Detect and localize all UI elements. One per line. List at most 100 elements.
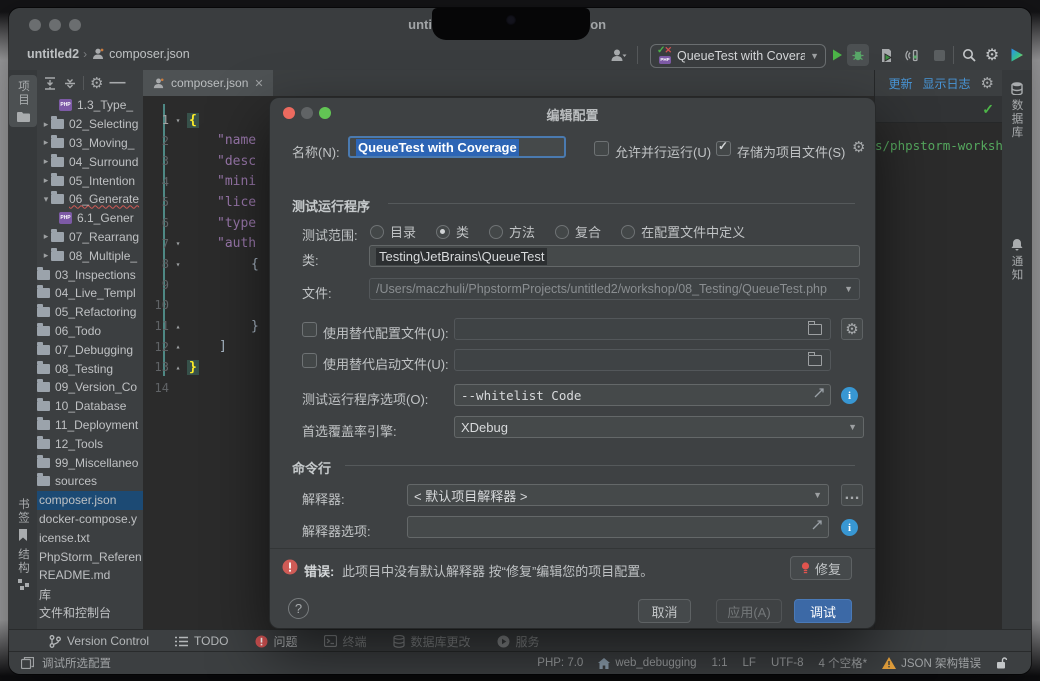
popup-windows-icon[interactable] <box>21 657 34 669</box>
tree-item[interactable]: ▸03_Moving_ <box>37 134 143 153</box>
class-input[interactable]: Testing\JetBrains\QueueTest <box>369 245 860 267</box>
run-button[interactable] <box>826 44 848 66</box>
debug-confirm-button[interactable]: 调试 <box>794 599 852 623</box>
toolwindow-structure-button[interactable]: 结构 <box>9 548 37 590</box>
tree-item[interactable]: 05_Refactoring <box>37 303 143 322</box>
chevron-right-icon[interactable]: ▸ <box>41 137 51 148</box>
tree-item[interactable]: ▸05_Intention <box>37 171 143 190</box>
run-configuration-select[interactable]: PHP ✓ ✕ QueueTest with Coverage ▼ <box>650 44 826 68</box>
search-everywhere-icon[interactable] <box>958 44 980 66</box>
runner-options-input[interactable]: --whitelist Code <box>454 384 831 406</box>
tree-item[interactable]: 文件和控制台 <box>37 604 143 623</box>
toolwindow-version-control-button[interactable]: Version Control <box>49 634 149 648</box>
profiler-button[interactable] <box>901 44 923 66</box>
update-link[interactable]: 更新 <box>889 75 913 92</box>
toolwindow-database-changes-button[interactable]: 数据库更改 <box>393 633 471 650</box>
apply-button[interactable]: 应用(A) <box>716 599 782 623</box>
tree-item[interactable]: 09_Version_Co <box>37 378 143 397</box>
runner-options-info-button[interactable]: i <box>841 387 858 404</box>
php-version-widget[interactable]: PHP: 7.0 <box>537 657 583 669</box>
tree-item[interactable]: PHP1.3_Type_ <box>37 96 143 115</box>
radio-icon[interactable] <box>555 225 569 239</box>
coverage-engine-select[interactable]: XDebug ▼ <box>454 416 864 438</box>
breadcrumb-file[interactable]: composer.json <box>109 47 190 61</box>
tree-item[interactable]: ▸07_Rearrang <box>37 228 143 247</box>
chevron-right-icon[interactable]: ▸ <box>41 231 51 242</box>
chevron-right-icon[interactable]: ▸ <box>41 119 51 130</box>
tree-item[interactable]: sources <box>37 472 143 491</box>
interpreter-options-info-button[interactable]: i <box>841 519 858 536</box>
tab-composer-json[interactable]: composer.json ✕ <box>143 70 273 96</box>
chevron-right-icon[interactable]: ▸ <box>41 250 51 261</box>
fold-marker-icon[interactable]: ▾ <box>169 116 187 125</box>
tree-item[interactable]: README.md <box>37 566 143 585</box>
toolwindow-notifications-button[interactable]: 通知 <box>1002 238 1031 282</box>
radio-icon[interactable] <box>436 225 450 239</box>
tree-item[interactable]: 库 <box>37 585 143 604</box>
encoding-widget[interactable]: UTF-8 <box>771 657 804 669</box>
tree-item[interactable]: PHP6.1_Gener <box>37 209 143 228</box>
alt-bootstrap-checkbox[interactable] <box>302 353 317 368</box>
collapse-all-icon[interactable] <box>63 77 77 90</box>
stop-button[interactable] <box>928 44 950 66</box>
chevron-down-icon[interactable]: ▾ <box>41 194 51 205</box>
debug-button[interactable] <box>847 44 869 66</box>
tree-item[interactable]: 07_Debugging <box>37 340 143 359</box>
tree-item[interactable]: 99_Miscellaneo <box>37 453 143 472</box>
json-schema-widget[interactable]: JSON 架构错误 <box>882 655 981 671</box>
toolwindow-bookmarks-button[interactable]: 书签 <box>9 498 37 541</box>
fold-marker-icon[interactable]: ▾ <box>169 239 187 248</box>
interpreter-options-input[interactable] <box>407 516 829 538</box>
tree-item[interactable]: 08_Testing <box>37 359 143 378</box>
settings-gear-icon[interactable]: ⚙ <box>981 44 1003 66</box>
store-as-project-file-checkbox[interactable] <box>716 141 731 156</box>
toolwindow-todo-button[interactable]: TODO <box>175 634 228 648</box>
toolwindow-database-button[interactable]: 数据库 <box>1002 82 1031 140</box>
fix-button[interactable]: 修复 <box>790 556 852 580</box>
scope-radio-option[interactable]: 目录 <box>370 222 416 241</box>
tree-item[interactable]: composer.json <box>37 491 143 510</box>
toolwindow-problems-button[interactable]: 问题 <box>255 633 298 650</box>
folder-browse-icon[interactable] <box>808 324 822 335</box>
close-window-button[interactable] <box>29 19 41 31</box>
cancel-button[interactable]: 取消 <box>638 599 691 623</box>
chevron-right-icon[interactable]: ▸ <box>41 175 51 186</box>
interpreter-browse-button[interactable]: … <box>841 484 863 506</box>
expand-field-icon[interactable] <box>814 388 824 398</box>
alt-bootstrap-input[interactable] <box>454 349 831 371</box>
tree-item[interactable]: 12_Tools <box>37 434 143 453</box>
hide-panel-icon[interactable]: — <box>109 74 125 92</box>
show-log-link[interactable]: 显示日志 <box>923 75 971 92</box>
toolwindow-services-button[interactable]: 服务 <box>497 633 540 650</box>
lock-widget[interactable] <box>996 657 1007 669</box>
scope-radio-option[interactable]: 复合 <box>555 222 601 241</box>
indent-widget[interactable]: 4 个空格* <box>819 655 868 671</box>
tree-item[interactable]: 04_Live_Templ <box>37 284 143 303</box>
tree-item[interactable]: icense.txt <box>37 528 143 547</box>
project-settings-gear-icon[interactable]: ⚙ <box>90 76 103 91</box>
scope-radio-option[interactable]: 类 <box>436 222 469 241</box>
fold-marker-icon[interactable]: ▴ <box>169 363 187 372</box>
radio-icon[interactable] <box>370 225 384 239</box>
allow-parallel-checkbox[interactable] <box>594 141 609 156</box>
toolwindow-terminal-button[interactable]: 终端 <box>324 633 367 650</box>
tree-item[interactable]: 11_Deployment <box>37 416 143 435</box>
alt-config-gear-button[interactable]: ⚙ <box>841 318 863 340</box>
alt-config-input[interactable] <box>454 318 831 340</box>
radio-icon[interactable] <box>621 225 635 239</box>
tree-item[interactable]: 06_Todo <box>37 322 143 341</box>
run-with-coverage-button[interactable] <box>875 44 897 66</box>
expand-field-icon[interactable] <box>812 520 822 530</box>
caret-position-widget[interactable]: 1:1 <box>712 657 728 669</box>
fold-marker-icon[interactable]: ▴ <box>169 342 187 351</box>
tree-item[interactable]: ▸08_Multiple_ <box>37 246 143 265</box>
store-options-gear-icon[interactable]: ⚙ <box>852 140 865 155</box>
minimize-window-button[interactable] <box>49 19 61 31</box>
interpreter-select[interactable]: < 默认项目解释器 > ▼ <box>407 484 829 506</box>
tree-item[interactable]: ▸04_Surround <box>37 152 143 171</box>
folder-browse-icon[interactable] <box>808 355 822 366</box>
chevron-right-icon[interactable]: ▸ <box>41 156 51 167</box>
fold-marker-icon[interactable]: ▴ <box>169 322 187 331</box>
tree-item[interactable]: docker-compose.y <box>37 510 143 529</box>
alt-config-checkbox[interactable] <box>302 322 317 337</box>
